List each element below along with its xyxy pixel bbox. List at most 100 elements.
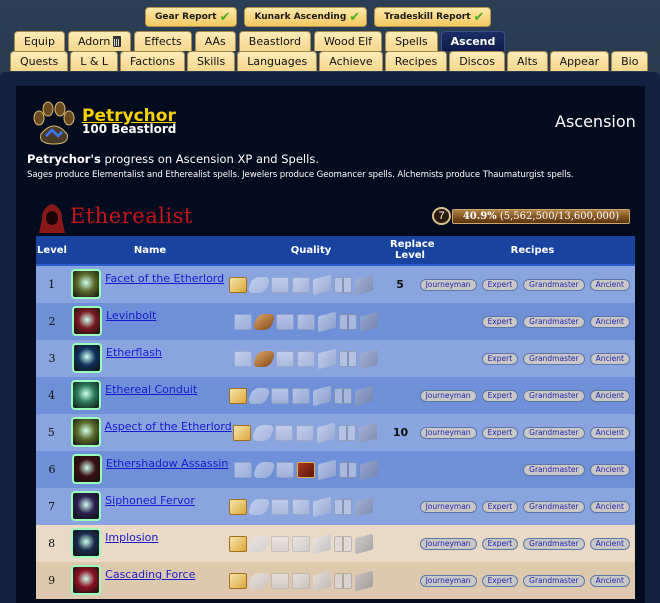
table-row: 6 Ethershadow Assassin Grandmaster Ancient [36, 451, 635, 488]
recipe-journeyman-button[interactable]: Journeyman [419, 278, 477, 291]
table-body: 1 Facet of the Etherlord 5 Journeyman Expert… [36, 266, 635, 599]
row-name-cell: Etherflash [68, 340, 232, 377]
hooded-figure-icon [39, 204, 65, 233]
recipe-grandmaster-button[interactable]: Grandmaster [523, 537, 585, 550]
row-name-cell: Ethershadow Assassin [68, 451, 232, 488]
tab-factions[interactable]: Factions [120, 51, 185, 71]
scroll-icon [228, 498, 247, 515]
tab-label: Languages [247, 55, 308, 68]
recipe-ancient-button[interactable]: Ancient [589, 537, 630, 550]
recipe-expert-button[interactable]: Expert [481, 500, 519, 513]
spell-icon[interactable] [71, 380, 102, 410]
spell-icon[interactable] [72, 343, 102, 373]
recipe-ancient-button[interactable]: Ancient [589, 352, 630, 365]
recipe-expert-button[interactable]: Expert [481, 278, 519, 291]
spell-link[interactable]: Implosion [105, 531, 158, 544]
row-name-cell: Cascading Force [67, 562, 227, 599]
recipe-grandmaster-button[interactable]: Grandmaster [523, 278, 585, 291]
report-button-gear-report[interactable]: Gear Report ✔ [145, 7, 238, 27]
tab-discos[interactable]: Discos [449, 51, 505, 71]
tab-languages[interactable]: Languages [237, 51, 318, 71]
spell-icon[interactable] [71, 528, 102, 558]
recipe-ancient-button[interactable]: Ancient [589, 389, 630, 402]
scroll-icon [232, 424, 251, 441]
tab-ascend[interactable]: Ascend [440, 31, 506, 51]
tab-equip[interactable]: Equip [14, 31, 65, 51]
spell-link[interactable]: Facet of the Etherlord [105, 272, 224, 285]
recipe-expert-button[interactable]: Expert [481, 537, 519, 550]
tab-wood-elf[interactable]: Wood Elf [314, 31, 383, 51]
slab-icon [360, 459, 378, 480]
tab-achieve[interactable]: Achieve [319, 51, 383, 71]
report-buttons: Gear Report ✔ Kunark Ascending ✔ Tradeskill … [145, 7, 492, 27]
tablet-icon [312, 274, 331, 295]
table-header: Level Name Quality Replace Level Recipes [36, 236, 635, 266]
recipe-links: Grandmaster Ancient [430, 463, 635, 476]
spell-link[interactable]: Ethershadow Assassin [106, 457, 228, 470]
spell-icon[interactable] [72, 306, 102, 336]
book-icon [333, 387, 352, 404]
recipe-journeyman-button[interactable]: Journeyman [419, 389, 477, 402]
spell-icon[interactable] [71, 269, 102, 299]
tab-l-l[interactable]: L & L [70, 51, 119, 71]
recipe-ancient-button[interactable]: Ancient [589, 278, 630, 291]
recipe-journeyman-button[interactable]: Journeyman [419, 574, 477, 587]
tab-bio[interactable]: Bio [611, 51, 649, 71]
recipe-journeyman-button[interactable]: Journeyman [419, 537, 477, 550]
spell-link[interactable]: Levinbolt [106, 309, 156, 322]
parchment-icon [291, 276, 310, 293]
tab-skills[interactable]: Skills [186, 51, 236, 71]
recipe-grandmaster-button[interactable]: Grandmaster [523, 463, 585, 476]
spell-icon[interactable] [72, 454, 102, 484]
tab-beastlord[interactable]: Beastlord [238, 31, 311, 51]
beastlord-paw-icon [33, 101, 75, 145]
row-level: 8 [48, 537, 56, 550]
recipe-ancient-button[interactable]: Ancient [589, 500, 630, 513]
spell-link[interactable]: Aspect of the Etherlord [105, 420, 232, 433]
recipe-links: Journeyman Expert Grandmaster Ancient [419, 278, 635, 291]
recipe-expert-button[interactable]: Expert [481, 352, 519, 365]
tab-aas[interactable]: AAs [194, 31, 236, 51]
recipe-ancient-button[interactable]: Ancient [589, 315, 630, 328]
recipe-expert-button[interactable]: Expert [481, 315, 519, 328]
recipe-journeyman-button[interactable]: Journeyman [419, 500, 477, 513]
recipe-grandmaster-button[interactable]: Grandmaster [523, 574, 585, 587]
recipe-journeyman-button[interactable]: Journeyman [419, 426, 477, 439]
scroll-icon [228, 572, 247, 589]
report-button-tradeskill-report[interactable]: Tradeskill Report ✔ [374, 7, 492, 27]
header-name: Name [133, 244, 167, 256]
tab-recipes[interactable]: Recipes [384, 51, 448, 71]
xp-percent: 40.9% [462, 211, 497, 222]
tablet-icon [312, 570, 331, 591]
spell-link[interactable]: Siphoned Fervor [105, 494, 195, 507]
recipe-ancient-button[interactable]: Ancient [589, 463, 630, 476]
recipe-grandmaster-button[interactable]: Grandmaster [523, 315, 585, 328]
spell-link[interactable]: Etherflash [106, 346, 162, 359]
recipe-ancient-button[interactable]: Ancient [589, 426, 630, 439]
recipe-expert-button[interactable]: Expert [481, 426, 519, 439]
tab-alts[interactable]: Alts [506, 51, 548, 71]
tab-quests[interactable]: Quests [10, 51, 69, 71]
recipe-grandmaster-button[interactable]: Grandmaster [523, 352, 585, 365]
table-row: 2 Levinbolt Expert Grandmaster Ancient [36, 303, 635, 340]
recipe-grandmaster-button[interactable]: Grandmaster [523, 389, 585, 402]
report-button-kunark-ascending[interactable]: Kunark Ascending ✔ [244, 7, 368, 27]
spell-icon[interactable] [71, 491, 102, 521]
spell-link[interactable]: Cascading Force [105, 568, 195, 581]
slab-icon [354, 533, 373, 554]
recipe-expert-button[interactable]: Expert [481, 574, 519, 587]
tab-appear[interactable]: Appear [549, 51, 610, 71]
recipe-grandmaster-button[interactable]: Grandmaster [523, 500, 585, 513]
spell-link[interactable]: Ethereal Conduit [105, 383, 197, 396]
recipe-grandmaster-button[interactable]: Grandmaster [523, 426, 585, 439]
tab-adorn[interactable]: Adorn [67, 31, 132, 51]
tome-icon [276, 461, 294, 478]
spell-icon[interactable] [71, 565, 102, 595]
spell-icon[interactable] [70, 417, 101, 447]
quality-icons [231, 422, 382, 443]
recipe-expert-button[interactable]: Expert [481, 389, 519, 402]
book-icon [339, 350, 357, 367]
tab-effects[interactable]: Effects [134, 31, 192, 51]
tab-spells[interactable]: Spells [385, 31, 438, 51]
recipe-ancient-button[interactable]: Ancient [589, 574, 630, 587]
